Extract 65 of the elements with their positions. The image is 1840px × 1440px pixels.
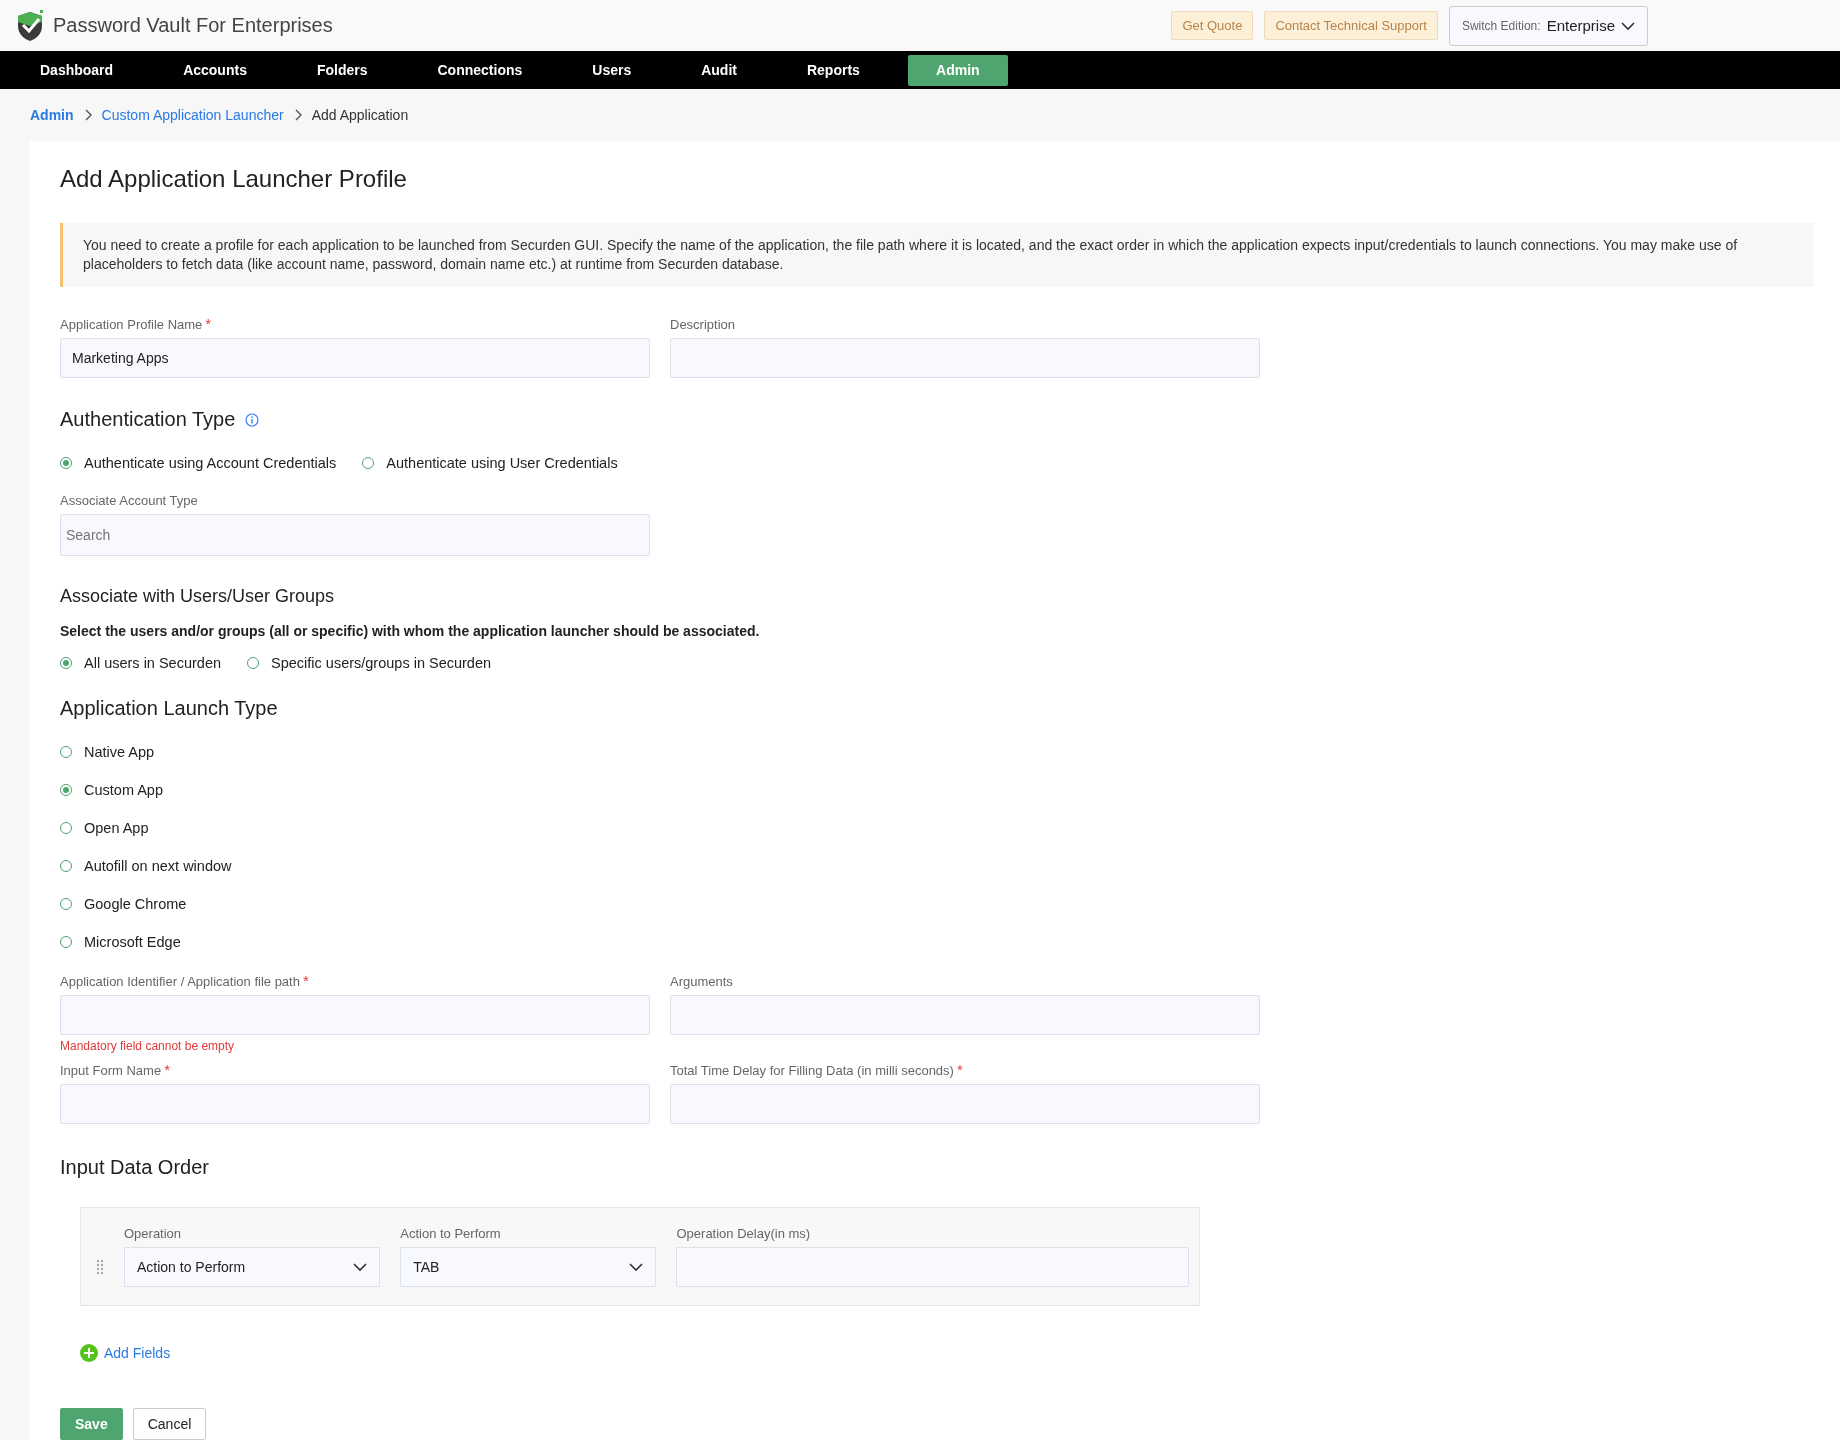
radio-option[interactable]: Autofill on next window <box>60 858 1814 874</box>
required-mark: * <box>205 317 212 332</box>
nav-tab[interactable]: Connections <box>415 54 545 86</box>
breadcrumb-current: Add Application <box>311 107 409 123</box>
chevron-down-icon <box>629 1262 644 1272</box>
field-label: Description <box>670 317 736 332</box>
field-label: Application Identifier / Application file path <box>60 974 300 989</box>
radio-option[interactable]: All users in Securden <box>60 655 221 671</box>
app-title: Password Vault For Enterprises <box>53 14 333 37</box>
field-label: Arguments <box>670 974 733 989</box>
nav-tab[interactable]: Users <box>570 54 654 86</box>
input-form-name-field[interactable] <box>60 1084 650 1124</box>
drag-handle-icon[interactable] <box>96 1259 104 1275</box>
breadcrumb-link[interactable]: Admin <box>30 107 74 123</box>
nav-tab[interactable]: Folders <box>294 54 390 86</box>
radio-option[interactable]: Open App <box>60 820 1814 836</box>
radio-option[interactable]: Specific users/groups in Securden <box>247 655 492 671</box>
arguments-field[interactable] <box>670 995 1260 1035</box>
section-heading: Associate with Users/User Groups <box>60 586 336 607</box>
operation-delay-field[interactable] <box>676 1247 1189 1287</box>
action-select[interactable]: TAB <box>400 1247 657 1287</box>
field-label: Input Form Name <box>60 1063 162 1078</box>
chevron-right-icon <box>83 109 92 121</box>
file-path-field[interactable] <box>60 995 650 1035</box>
info-icon[interactable] <box>245 412 260 427</box>
section-heading: Input Data Order <box>60 1156 210 1179</box>
radio-option[interactable]: Authenticate using User Credentials <box>362 455 618 471</box>
radio-option[interactable]: Native App <box>60 744 1814 760</box>
radio-option[interactable]: Authenticate using Account Credentials <box>60 455 337 471</box>
shield-logo-icon <box>15 9 45 42</box>
cancel-button[interactable]: Cancel <box>132 1408 207 1440</box>
required-mark: * <box>302 974 309 989</box>
field-label: Application Profile Name <box>60 317 203 332</box>
breadcrumb-link[interactable]: Custom Application Launcher <box>101 107 284 123</box>
operation-select[interactable]: Action to Perform <box>124 1247 381 1287</box>
info-message: You need to create a profile for each application to be launched from Securden GUI. Specify the name of the application, the file path where it is located, and the exact order in which the application expects input/credentials to launch connections. You may make use of placeholders to fetch data (like account name, password, domain name etc.) at runtime from Securden database. <box>60 223 1814 287</box>
field-label: Operation <box>124 1226 183 1241</box>
time-delay-field[interactable] <box>670 1084 1260 1124</box>
error-message: Mandatory field cannot be empty <box>60 1039 236 1053</box>
account-type-search-field[interactable]: Search <box>60 514 650 556</box>
nav-tab[interactable]: Reports <box>784 54 882 86</box>
section-heading: Authentication Type <box>60 408 236 431</box>
chevron-down-icon <box>353 1262 368 1272</box>
radio-option[interactable]: Google Chrome <box>60 896 1814 912</box>
edition-dropdown[interactable]: Switch Edition: Enterprise <box>1448 5 1648 46</box>
profile-name-field[interactable]: Marketing Apps <box>60 338 650 378</box>
required-mark: * <box>164 1063 170 1078</box>
radio-option[interactable]: Microsoft Edge <box>60 934 1814 950</box>
add-fields-link[interactable]: Add Fields <box>104 1345 171 1361</box>
description-field[interactable] <box>670 338 1260 378</box>
chevron-down-icon <box>1621 20 1635 31</box>
field-label: Operation Delay(in ms) <box>676 1226 812 1241</box>
nav-tab[interactable]: Audit <box>679 54 759 86</box>
field-label: Total Time Delay for Filling Data (in milli seconds) <box>670 1063 954 1078</box>
chevron-right-icon <box>293 109 302 121</box>
field-label: Associate Account Type <box>60 493 198 508</box>
nav-tab[interactable]: Accounts <box>161 54 269 86</box>
radio-option[interactable]: Custom App <box>60 782 1814 798</box>
section-heading: Application Launch Type <box>60 697 279 720</box>
section-description: Select the users and/or groups (all or specific) with whom the application launcher should be associated. <box>60 623 761 639</box>
nav-tab[interactable]: Dashboard <box>18 54 136 86</box>
plus-circle-icon[interactable] <box>80 1344 98 1362</box>
required-mark: * <box>956 1063 963 1078</box>
page-title: Add Application Launcher Profile <box>60 165 408 193</box>
field-label: Action to Perform <box>400 1226 502 1241</box>
